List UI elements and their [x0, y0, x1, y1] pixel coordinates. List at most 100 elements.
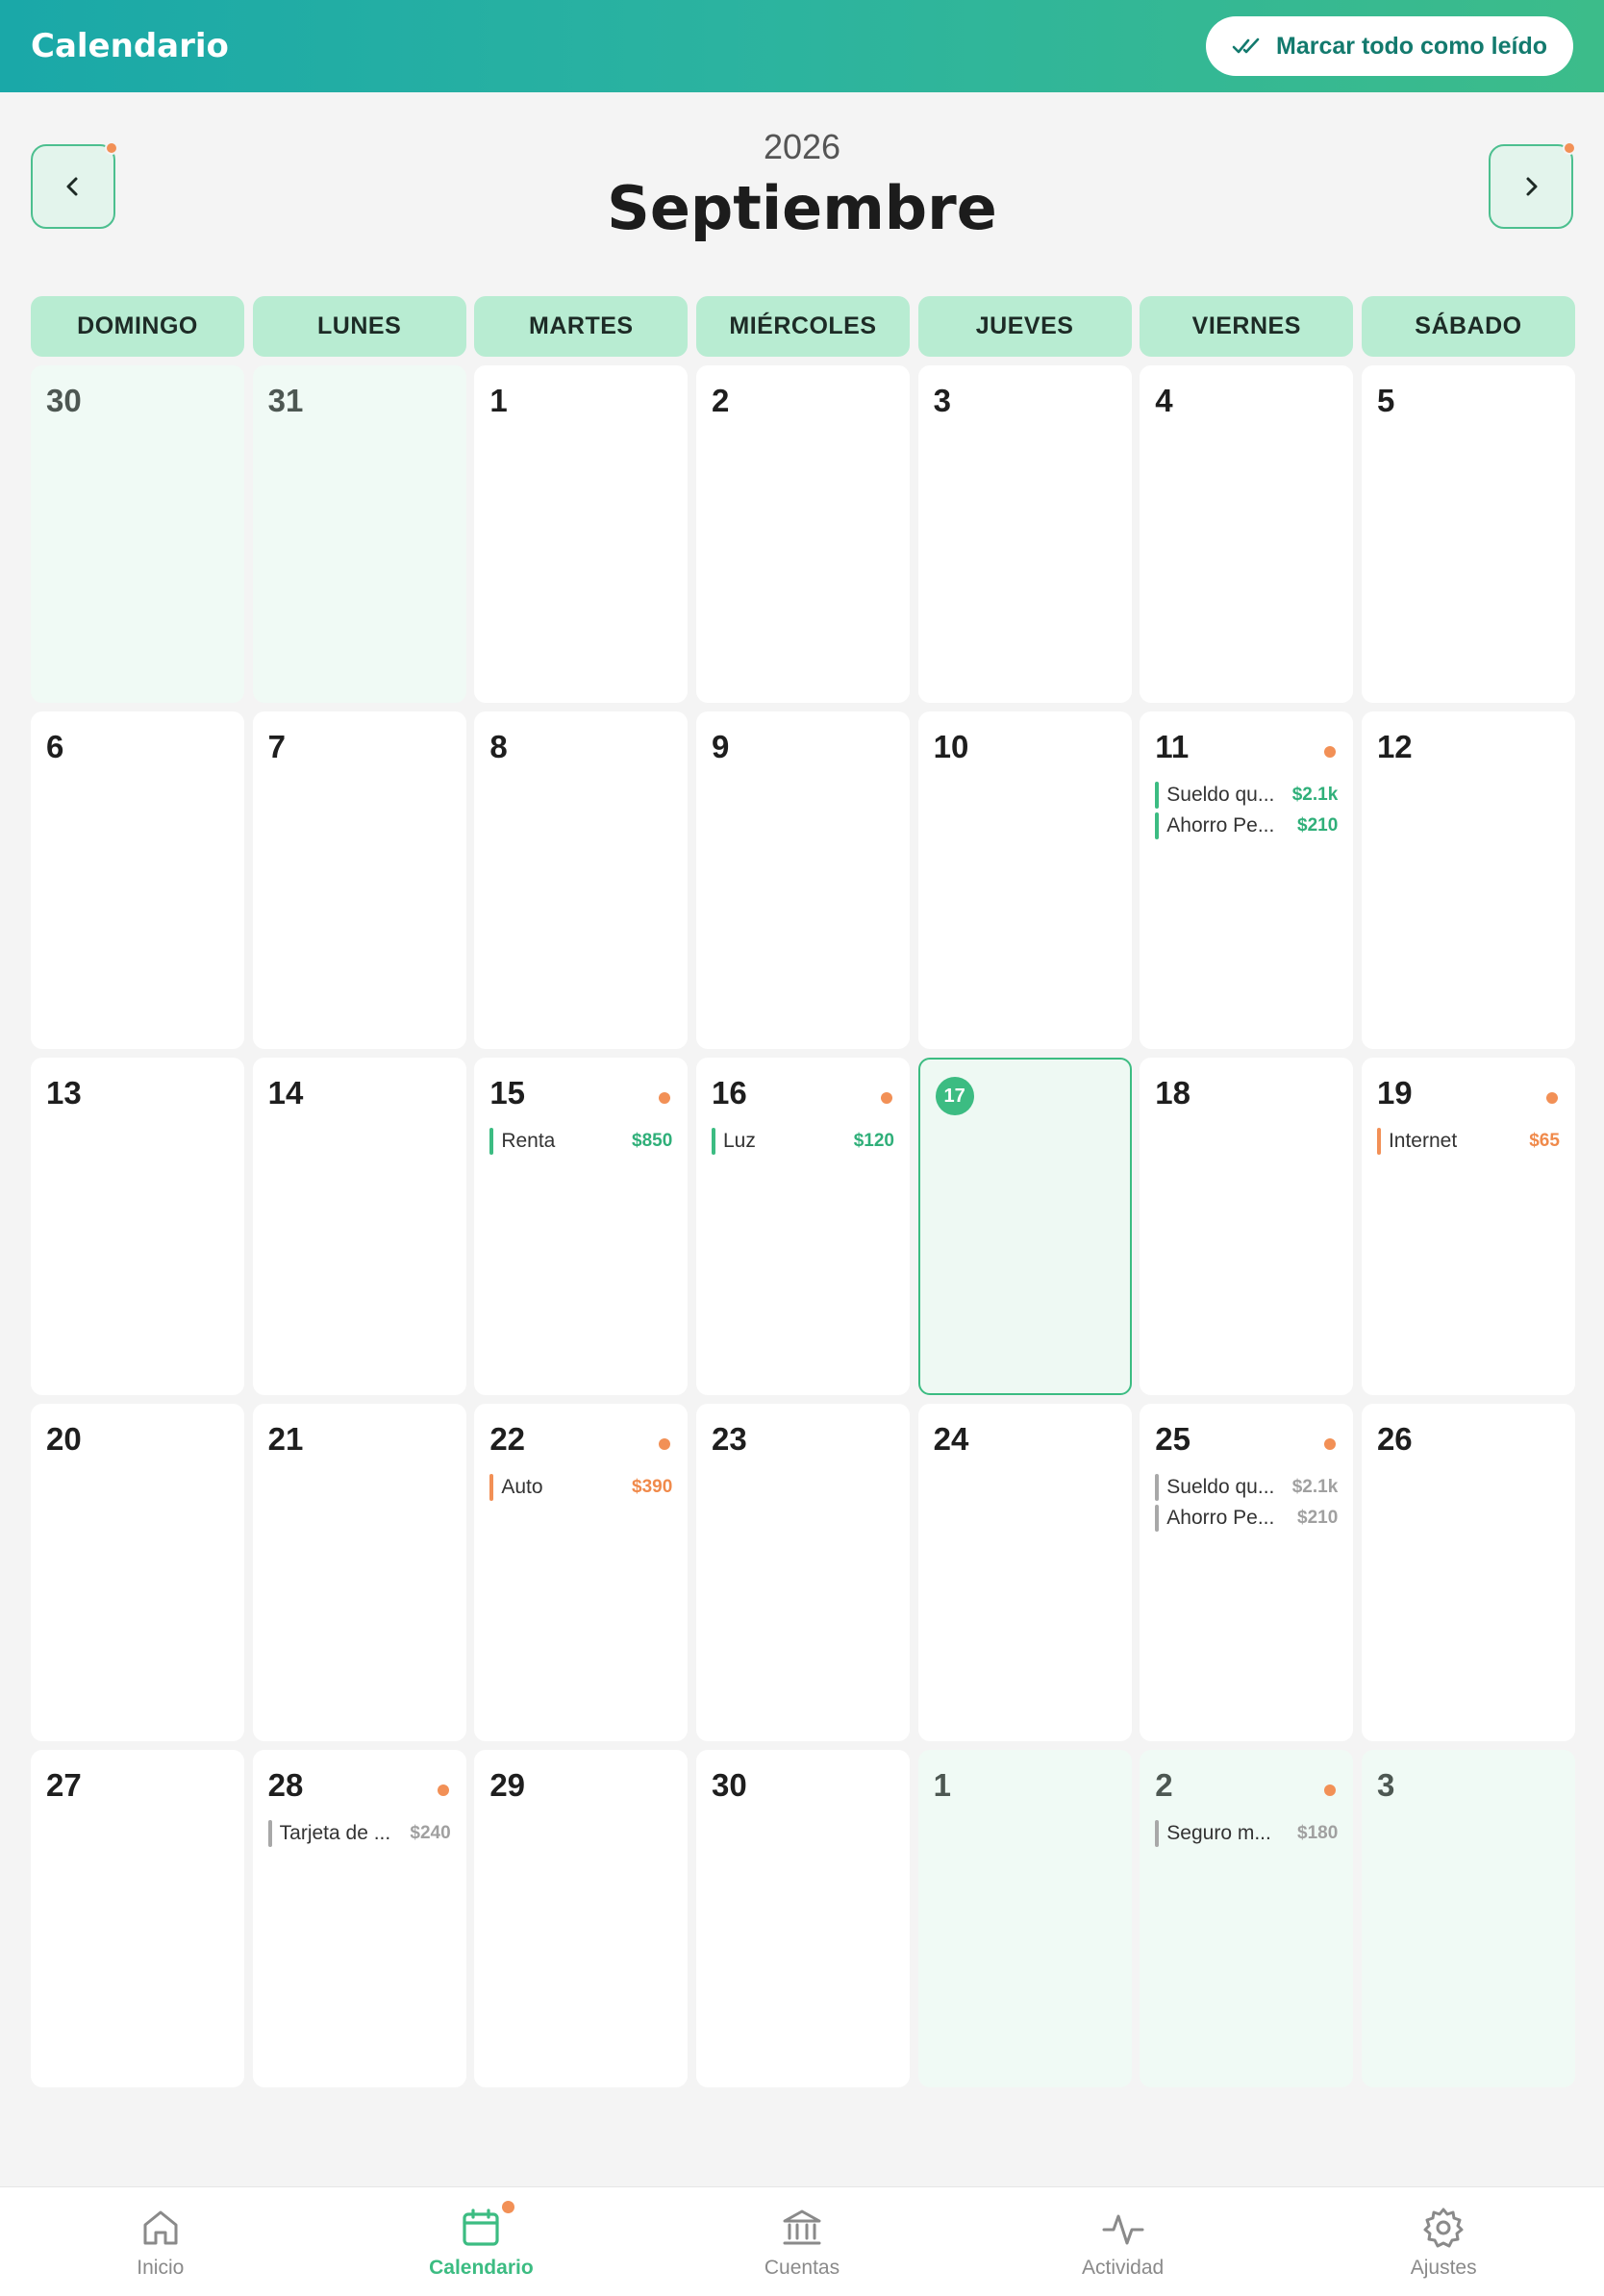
day-cell[interactable]: 27 [31, 1750, 244, 2087]
nav-item-inicio[interactable]: Inicio [0, 2187, 321, 2296]
nav-item-ajustes[interactable]: Ajustes [1283, 2187, 1604, 2296]
day-cell[interactable]: 7 [252, 711, 466, 1049]
notification-dot [437, 1784, 449, 1796]
app-header: Calendario Marcar todo como leído [0, 0, 1604, 92]
notification-dot [880, 1092, 892, 1104]
next-month-button[interactable] [1489, 141, 1576, 229]
day-cell[interactable]: 11 Sueldo qu... $2.1k Ahorro Pe... $210 [1140, 711, 1354, 1049]
nav-item-actividad[interactable]: Actividad [963, 2187, 1284, 2296]
day-number: 9 [711, 729, 730, 764]
day-cell[interactable]: 12 [1361, 711, 1575, 1049]
event-amount: $390 [632, 1477, 673, 1497]
day-cell[interactable]: 4 [1140, 365, 1354, 703]
event-item[interactable]: Sueldo qu... $2.1k [1155, 782, 1338, 809]
day-cell[interactable]: 28 Tarjeta de ... $240 [252, 1750, 466, 2087]
weekday-label: MIÉRCOLES [695, 296, 910, 357]
day-cell[interactable]: 23 [695, 1404, 910, 1741]
notification-dot [502, 2201, 515, 2213]
event-label: Renta [501, 1130, 556, 1152]
event-amount: $65 [1529, 1131, 1560, 1151]
event-label: Luz [722, 1130, 756, 1152]
nav-label: Actividad [1081, 2256, 1165, 2279]
event-item[interactable]: Luz $120 [711, 1128, 894, 1155]
day-cell[interactable]: 31 [252, 365, 466, 703]
event-item[interactable]: Tarjeta de ... $240 [267, 1820, 451, 1847]
event-item[interactable]: Renta $850 [489, 1128, 672, 1155]
day-cell[interactable]: 9 [695, 711, 910, 1049]
event-list: Seguro m... $180 [1155, 1820, 1338, 1847]
day-cell[interactable]: 20 [31, 1404, 244, 1741]
day-cell[interactable]: 3 [917, 365, 1132, 703]
day-cell[interactable]: 5 [1361, 365, 1575, 703]
day-cell[interactable]: 1 [917, 1750, 1132, 2087]
day-number: 30 [711, 1767, 747, 1803]
mark-all-read-button[interactable]: Marcar todo como leído [1206, 16, 1573, 76]
day-cell[interactable]: 13 [31, 1058, 244, 1395]
day-cell[interactable]: 19 Internet $65 [1361, 1058, 1575, 1395]
calendar-grid: 30 31 1 2 3 4 5 6 7 8 9 10 11 Sueldo qu... $2.1k Ahorro… [31, 365, 1575, 2087]
day-cell[interactable]: 6 [31, 711, 244, 1049]
month-label: Septiembre [607, 173, 997, 243]
today-badge: 17 [935, 1077, 974, 1115]
weekday-label: LUNES [252, 296, 466, 357]
nav-item-calendario[interactable]: Calendario [321, 2187, 642, 2296]
day-cell-today[interactable]: 17 [917, 1058, 1132, 1395]
event-item[interactable]: Internet $65 [1376, 1128, 1560, 1155]
day-cell[interactable]: 10 [917, 711, 1132, 1049]
day-number: 18 [1155, 1075, 1190, 1111]
event-amount: $2.1k [1291, 785, 1339, 805]
nav-label: Calendario [429, 2256, 534, 2279]
day-cell[interactable]: 29 [474, 1750, 689, 2087]
day-number: 3 [933, 383, 951, 418]
day-cell[interactable]: 18 [1140, 1058, 1354, 1395]
day-cell[interactable]: 22 Auto $390 [474, 1404, 689, 1741]
day-cell[interactable]: 30 [31, 365, 244, 703]
day-cell[interactable]: 2 Seguro m... $180 [1140, 1750, 1354, 2087]
event-amount: $240 [410, 1823, 451, 1843]
year-label: 2026 [763, 127, 841, 166]
chevron-right-icon [1526, 177, 1538, 196]
day-cell[interactable]: 30 [695, 1750, 910, 2087]
event-amount: $850 [632, 1131, 673, 1151]
day-cell[interactable]: 16 Luz $120 [695, 1058, 910, 1395]
event-list: Luz $120 [711, 1128, 894, 1155]
nav-item-cuentas[interactable]: Cuentas [641, 2187, 963, 2296]
event-list: Tarjeta de ... $240 [267, 1820, 451, 1847]
day-number: 5 [1376, 383, 1395, 418]
day-cell[interactable]: 2 [695, 365, 910, 703]
day-number: 31 [267, 383, 304, 418]
nav-label: Inicio [137, 2256, 185, 2279]
day-number: 21 [267, 1421, 304, 1457]
weekday-label: SÁBADO [1361, 296, 1575, 357]
day-cell[interactable]: 21 [252, 1404, 466, 1741]
day-number: 8 [489, 729, 508, 764]
day-cell[interactable]: 14 [252, 1058, 466, 1395]
day-cell[interactable]: 8 [474, 711, 689, 1049]
page-title: Calendario [31, 27, 229, 65]
day-number: 4 [1155, 383, 1173, 418]
day-cell[interactable]: 25 Sueldo qu... $2.1k Ahorro Pe... $210 [1140, 1404, 1354, 1741]
day-number: 2 [711, 383, 730, 418]
event-item[interactable]: Seguro m... $180 [1155, 1820, 1338, 1847]
event-amount: $210 [1297, 1508, 1339, 1528]
day-cell[interactable]: 3 [1361, 1750, 1575, 2087]
day-cell[interactable]: 15 Renta $850 [474, 1058, 689, 1395]
weekday-label: VIERNES [1140, 296, 1354, 357]
day-number: 25 [1155, 1421, 1190, 1457]
event-list: Sueldo qu... $2.1k Ahorro Pe... $210 [1155, 1474, 1338, 1532]
day-number: 2 [1155, 1767, 1173, 1803]
day-number: 30 [46, 383, 82, 418]
event-amount: $120 [853, 1131, 894, 1151]
day-cell[interactable]: 1 [474, 365, 689, 703]
nav-label: Ajustes [1410, 2256, 1477, 2279]
double-check-icon [1232, 37, 1260, 54]
event-item[interactable]: Ahorro Pe... $210 [1155, 1505, 1338, 1532]
event-item[interactable]: Sueldo qu... $2.1k [1155, 1474, 1338, 1501]
day-cell[interactable]: 24 [917, 1404, 1132, 1741]
event-item[interactable]: Ahorro Pe... $210 [1155, 812, 1338, 839]
day-cell[interactable]: 26 [1361, 1404, 1575, 1741]
weekday-label: JUEVES [917, 296, 1132, 357]
event-item[interactable]: Auto $390 [489, 1474, 672, 1501]
bottom-nav: Inicio Calendario Cuentas Actividad Ajus… [0, 2186, 1604, 2296]
day-number: 3 [1376, 1767, 1395, 1803]
